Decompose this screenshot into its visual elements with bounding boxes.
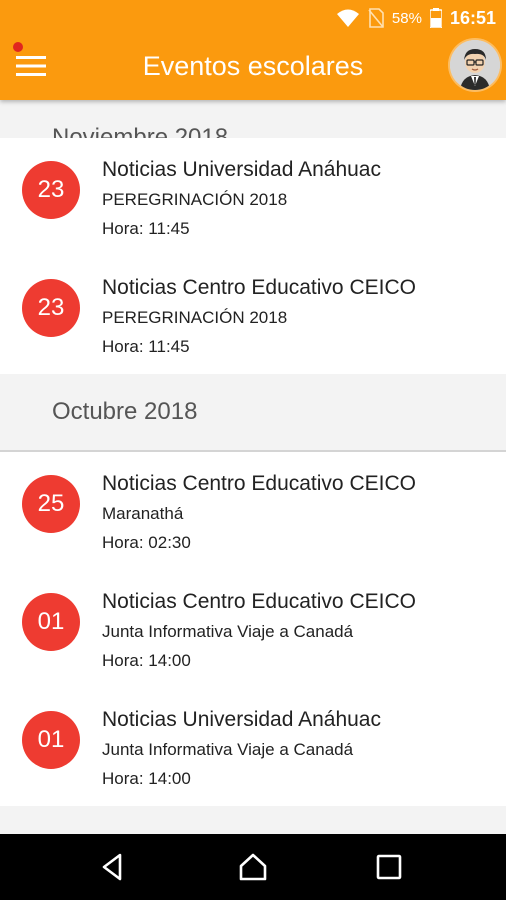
- event-item[interactable]: 01 Noticias Centro Educativo CEICO Junta…: [0, 570, 506, 688]
- event-description: Maranathá: [102, 504, 184, 523]
- event-organization: Noticias Centro Educativo CEICO: [102, 276, 416, 299]
- event-time: Hora: 11:45: [102, 337, 190, 356]
- no-sim-icon: [368, 8, 384, 28]
- avatar[interactable]: [450, 40, 500, 90]
- event-organization: Noticias Centro Educativo CEICO: [102, 590, 416, 613]
- event-description: Junta Informativa Viaje a Canadá: [102, 622, 354, 641]
- event-item[interactable]: 23 Noticias Universidad Anáhuac PEREGRIN…: [0, 138, 506, 256]
- event-list-octubre: 25 Noticias Centro Educativo CEICO Maran…: [0, 452, 506, 806]
- event-time: Hora: 11:45: [102, 219, 190, 238]
- section-header-octubre: Octubre 2018: [0, 374, 506, 452]
- system-nav-bar: [0, 834, 506, 900]
- page-title: Eventos escolares: [142, 51, 364, 81]
- event-day-badge: 25: [22, 475, 80, 533]
- user-avatar-icon: [450, 40, 500, 90]
- status-clock: 16:51: [449, 7, 496, 28]
- app-bar: 58% 16:51 Eventos escolares: [0, 0, 506, 100]
- event-organization: Noticias Universidad Anáhuac: [102, 708, 381, 731]
- event-list-noviembre: 23 Noticias Universidad Anáhuac PEREGRIN…: [0, 138, 506, 374]
- events-content[interactable]: Noviembre 2018 23 Noticias Universidad A…: [0, 100, 506, 834]
- event-day-badge: 01: [22, 711, 80, 769]
- event-item[interactable]: 25 Noticias Centro Educativo CEICO Maran…: [0, 452, 506, 570]
- back-icon[interactable]: [96, 850, 130, 884]
- event-item[interactable]: 01 Noticias Universidad Anáhuac Junta In…: [0, 688, 506, 806]
- event-time: Hora: 02:30: [102, 533, 191, 552]
- battery-percentage: 58%: [391, 9, 422, 27]
- battery-icon: [429, 8, 442, 28]
- event-description: PEREGRINACIÓN 2018: [102, 308, 288, 327]
- event-item[interactable]: 23 Noticias Centro Educativo CEICO PEREG…: [0, 256, 506, 374]
- status-bar: 58% 16:51: [0, 0, 506, 34]
- event-organization: Noticias Centro Educativo CEICO: [102, 472, 416, 495]
- event-day-badge: 23: [22, 161, 80, 219]
- home-icon[interactable]: [236, 850, 270, 884]
- recents-icon[interactable]: [372, 850, 406, 884]
- event-time: Hora: 14:00: [102, 651, 191, 670]
- event-time: Hora: 14:00: [102, 769, 191, 788]
- event-description: PEREGRINACIÓN 2018: [102, 190, 288, 209]
- event-day-badge: 23: [22, 279, 80, 337]
- list-end-gap: [0, 806, 506, 826]
- event-description: Junta Informativa Viaje a Canadá: [102, 740, 354, 759]
- event-day-badge: 01: [22, 593, 80, 651]
- status-icons: 58% 16:51: [328, 6, 496, 30]
- events-scroll: Noviembre 2018 23 Noticias Universidad A…: [0, 100, 506, 826]
- event-organization: Noticias Universidad Anáhuac: [102, 158, 381, 181]
- wifi-icon: [336, 9, 359, 27]
